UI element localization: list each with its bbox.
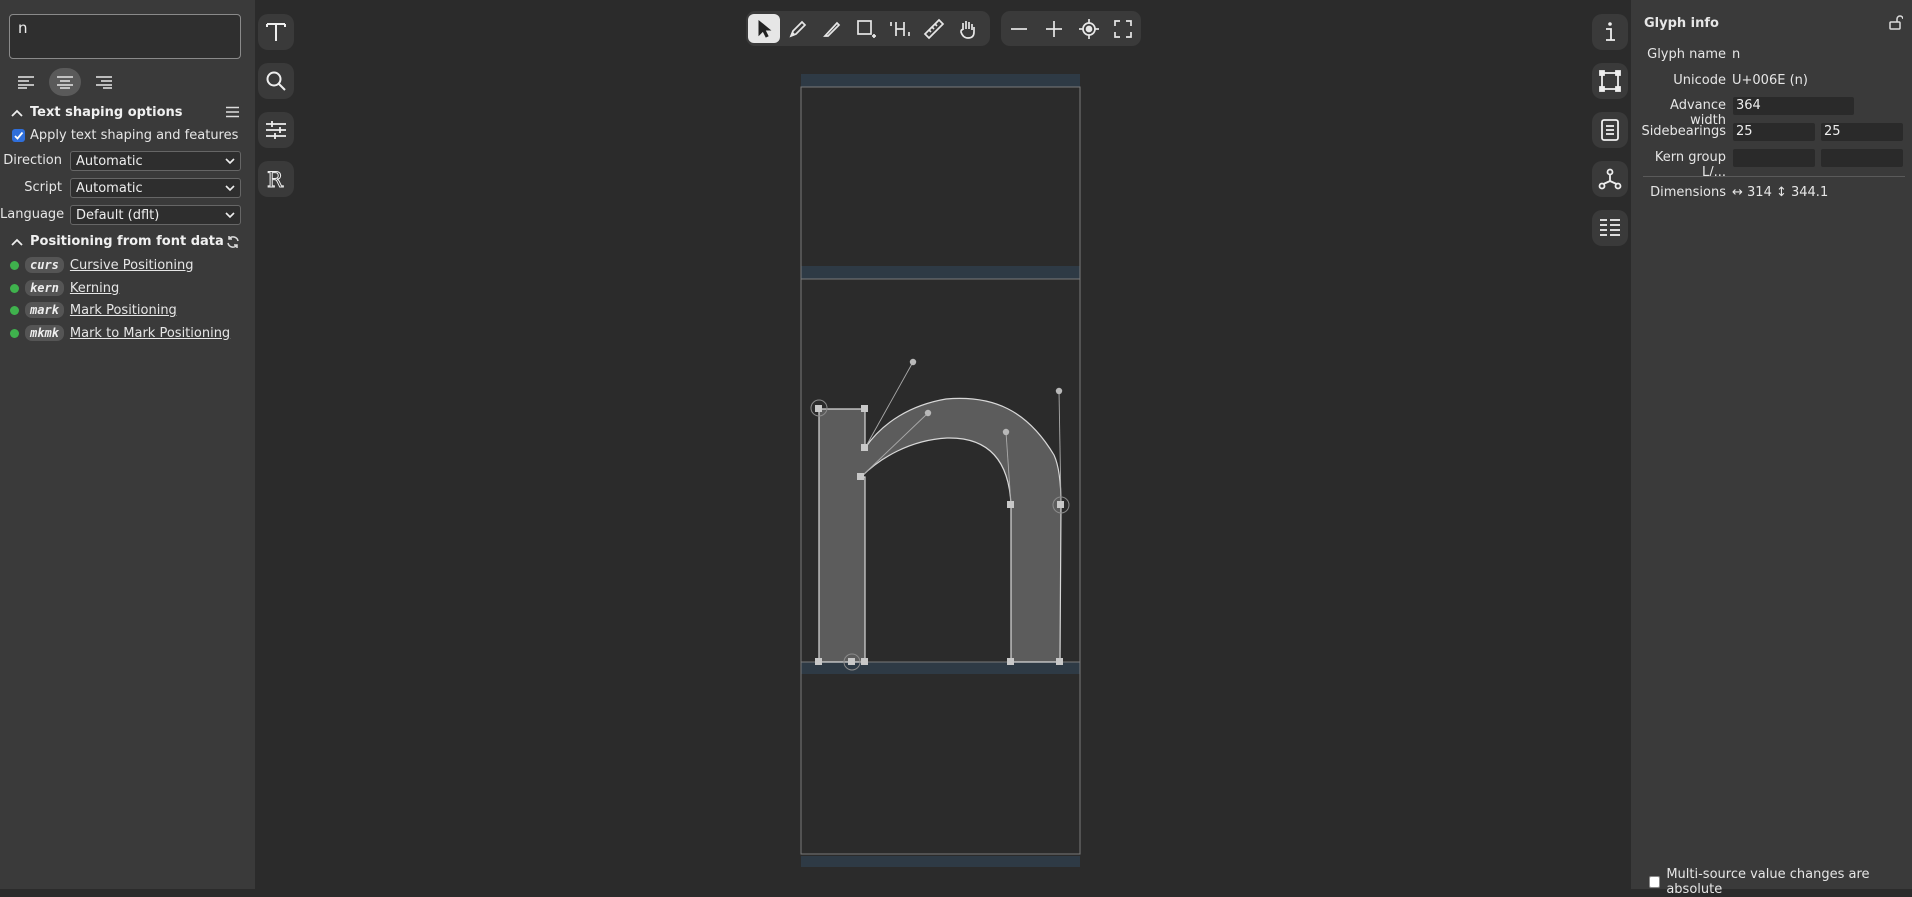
glyph-outline[interactable] bbox=[818, 397, 1062, 663]
selection-info-panel-button[interactable] bbox=[1592, 210, 1628, 246]
document-icon bbox=[1601, 119, 1619, 141]
divider bbox=[1643, 176, 1905, 177]
notes-panel-button[interactable] bbox=[1592, 112, 1628, 148]
glyph-info-panel: Glyph info Glyph name n Unicode U+006E (… bbox=[1631, 0, 1912, 897]
related-glyphs-panel-button[interactable] bbox=[1592, 161, 1628, 197]
unicode-value: U+006E (n) bbox=[1732, 73, 1808, 88]
ascender-band bbox=[801, 74, 1080, 87]
transform-icon bbox=[1599, 70, 1621, 92]
dimensions-label: Dimensions bbox=[1650, 185, 1726, 200]
baseline-band bbox=[801, 662, 1080, 674]
info-icon bbox=[1606, 22, 1615, 41]
sidebearings-label: Sidebearings bbox=[1641, 124, 1726, 139]
unlock-icon[interactable] bbox=[1889, 15, 1903, 30]
glyph-info-panel-button[interactable] bbox=[1592, 14, 1628, 50]
multi-source-label: Multi-source value changes are absolute bbox=[1666, 867, 1870, 897]
kern-group-left-field[interactable] bbox=[1732, 148, 1816, 168]
transform-panel-button[interactable] bbox=[1592, 63, 1628, 99]
advance-width-field[interactable]: 364 bbox=[1732, 96, 1855, 116]
graph-nodes-icon bbox=[1598, 168, 1622, 190]
multi-source-checkbox[interactable] bbox=[1649, 876, 1661, 888]
panel-title: Glyph info bbox=[1644, 16, 1719, 31]
x-height-band bbox=[801, 266, 1080, 279]
glyph-name-value: n bbox=[1732, 47, 1741, 62]
dimensions-value: ↔ 314 ↕ 344.1 bbox=[1732, 185, 1829, 200]
glyph-name-label: Glyph name bbox=[1647, 47, 1726, 62]
kern-group-right-field[interactable] bbox=[1820, 148, 1904, 168]
right-sidebearing-field[interactable]: 25 bbox=[1820, 122, 1904, 142]
left-sidebearing-field[interactable]: 25 bbox=[1732, 122, 1816, 142]
descender-band bbox=[801, 856, 1080, 867]
list-icon bbox=[1600, 219, 1620, 236]
unicode-label: Unicode bbox=[1673, 73, 1726, 88]
multi-source-row: Multi-source value changes are absolute bbox=[1649, 867, 1912, 897]
